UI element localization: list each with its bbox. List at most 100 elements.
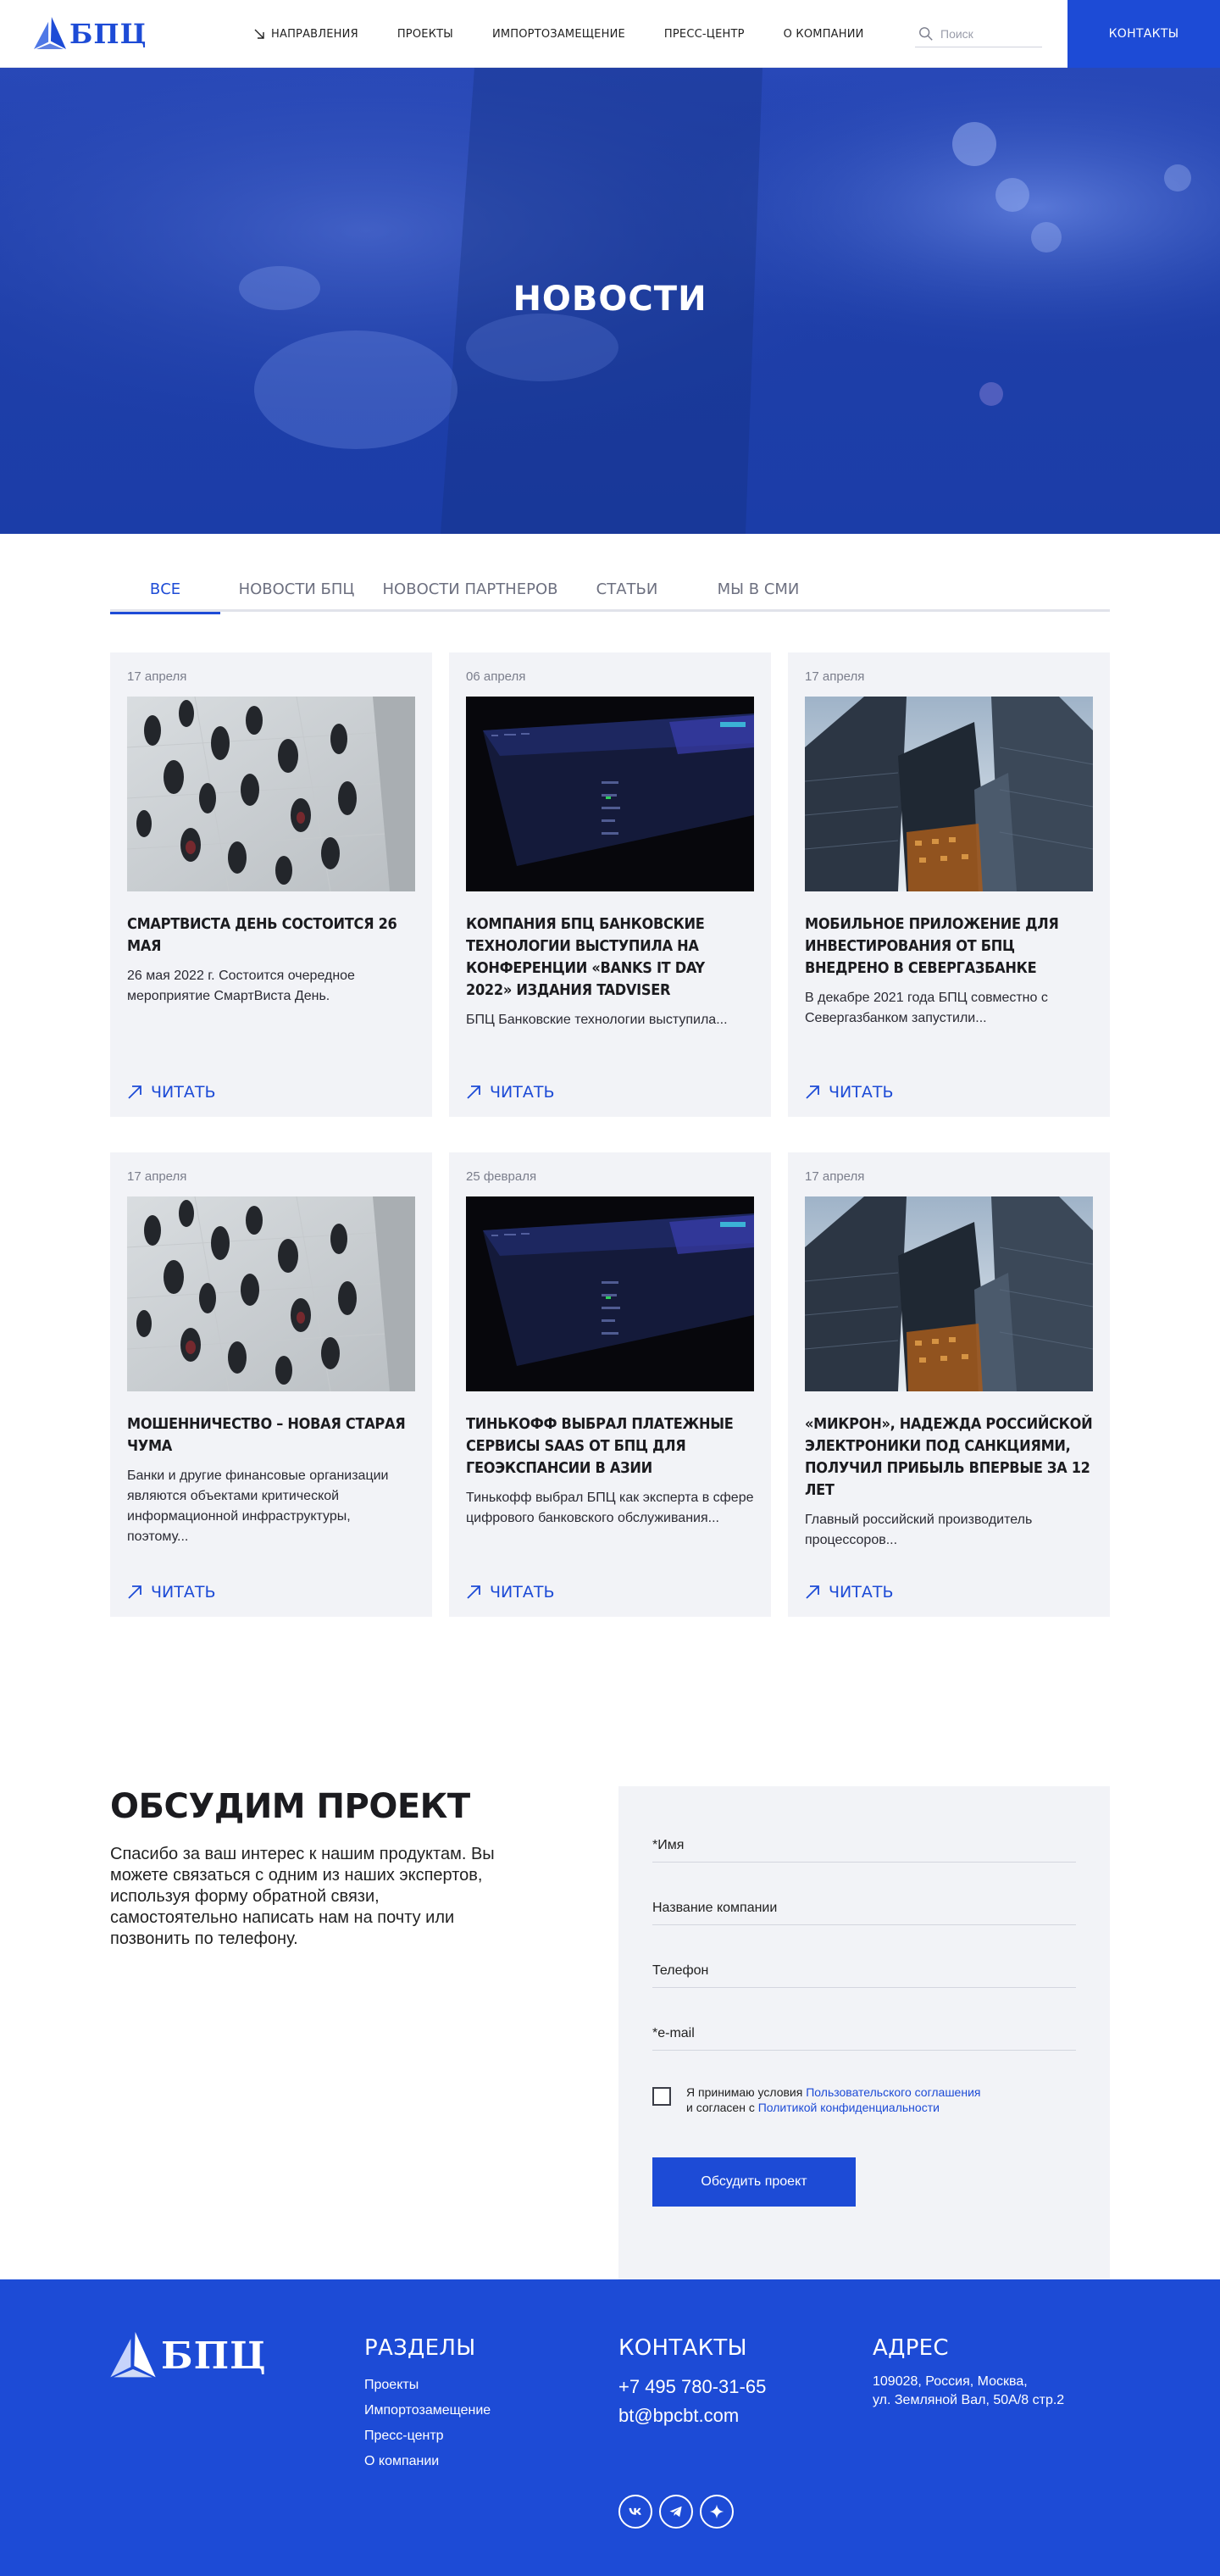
logo[interactable]: БПЦ (34, 17, 147, 51)
news-card[interactable]: 06 апреля Компания БПЦ Банковские технол… (449, 652, 771, 1117)
consent-mid: и согласен с (686, 2101, 758, 2114)
address-line: ул. Земляной Вал, 50А/8 стр.2 (873, 2393, 1065, 2407)
read-more-link[interactable]: Читать (127, 1083, 215, 1102)
arrow-up-right-icon (128, 1585, 141, 1599)
news-title[interactable]: Тинькофф выбрал платежные сервисы SaaS о… (466, 1413, 754, 1480)
footer-link-import-substitution[interactable]: Импортозамещение (364, 2398, 491, 2423)
footer-address-title: Адрес (873, 2335, 949, 2361)
sparkle-icon (709, 2504, 724, 2519)
news-date: 17 апреля (805, 1169, 865, 1184)
news-image (127, 697, 415, 891)
news-excerpt: Банки и другие финансовые организации яв… (127, 1468, 389, 1544)
section-title: Обсудим проект (110, 1787, 470, 1826)
email-field-wrapper (652, 1988, 1076, 2051)
footer-link-about[interactable]: О компании (364, 2449, 491, 2474)
news-title[interactable]: Мошенничество – новая старая чума (127, 1413, 415, 1457)
section-description: Спасибо за ваш интерес к нашим продуктам… (110, 1845, 495, 1948)
news-card[interactable]: 17 апреля «Микрон», надежда российской э… (788, 1152, 1110, 1617)
news-excerpt: БПЦ Банковские технологии выступила... (466, 1013, 728, 1027)
phone-field[interactable] (652, 1963, 1076, 1979)
footer-link-projects[interactable]: Проекты (364, 2373, 491, 2398)
nav-item-press-center[interactable]: Пресс-центр (664, 28, 745, 41)
social-vk-button[interactable] (618, 2495, 652, 2529)
news-date: 17 апреля (127, 1169, 187, 1184)
consent-checkbox[interactable] (652, 2087, 671, 2106)
footer-logo[interactable]: БПЦ (110, 2332, 267, 2379)
read-more-label: Читать (151, 1583, 216, 1602)
news-title[interactable]: Компания БПЦ Банковские технологии высту… (466, 913, 754, 1002)
contact-form: Я принимаю условия Пользовательского сог… (618, 1786, 1110, 2279)
news-title[interactable]: «Микрон», надежда российской электроники… (805, 1413, 1093, 1502)
news-card[interactable]: 25 февраля Тинькофф выбрал платежные сер… (449, 1152, 771, 1617)
read-more-link[interactable]: Читать (466, 1083, 554, 1102)
news-title[interactable]: Мобильное приложение для инвестирования … (805, 913, 1093, 980)
news-date: 06 апреля (466, 669, 526, 684)
nav-item-projects[interactable]: Проекты (397, 28, 453, 41)
email-field[interactable] (652, 2026, 1076, 2041)
search-box (915, 20, 1042, 47)
news-date: 17 апреля (127, 669, 187, 684)
contact-section: Обсудим проект Спасибо за ваш интерес к … (0, 1786, 1220, 2279)
nav-item-directions[interactable]: Направления (254, 28, 358, 41)
arrow-up-right-icon (128, 1085, 141, 1099)
footer-email-link[interactable]: bt@bpcbt.com (618, 2401, 766, 2430)
footer-contacts-title: Контакты (618, 2335, 747, 2361)
site-header: БПЦ Направления Проекты Импортозамещение… (0, 0, 1220, 68)
footer-logo-text: БПЦ (161, 2334, 267, 2378)
nav-label: Направления (271, 27, 358, 41)
skyscrapers-photo (805, 697, 1093, 891)
site-footer: БПЦ Разделы Проекты Импортозамещение Пре… (0, 2279, 1220, 2576)
read-more-link[interactable]: Читать (127, 1583, 215, 1602)
news-image (127, 1196, 415, 1391)
contacts-button[interactable]: Контакты (1068, 0, 1220, 68)
read-more-label: Читать (829, 1583, 894, 1602)
arrow-up-right-icon (467, 1085, 480, 1099)
social-telegram-button[interactable] (659, 2495, 693, 2529)
tab-media[interactable]: Мы в СМИ (686, 566, 830, 612)
privacy-policy-link[interactable]: Политикой конфиденциальности (758, 2101, 940, 2114)
news-grid: 17 апреля СмартВиста День состоится 26 м… (110, 652, 1110, 1617)
news-card[interactable]: 17 апреля Мошенничество – новая старая ч… (110, 1152, 432, 1617)
tab-partner-news[interactable]: Новости партнеров (373, 566, 568, 612)
footer-sections: Разделы Проекты Импортозамещение Пресс-ц… (364, 2335, 491, 2474)
social-sparkle-button[interactable] (700, 2495, 734, 2529)
news-card[interactable]: 17 апреля СмартВиста День состоится 26 м… (110, 652, 432, 1117)
news-image (805, 697, 1093, 891)
arrow-up-right-icon (467, 1585, 480, 1599)
news-card[interactable]: 17 апреля Мобильное приложение для инвес… (788, 652, 1110, 1117)
name-field[interactable] (652, 1838, 1076, 1853)
footer-phone-link[interactable]: +7 495 780-31-65 (618, 2373, 766, 2401)
company-field[interactable] (652, 1901, 1076, 1916)
tab-all[interactable]: Все (110, 566, 220, 614)
user-agreement-link[interactable]: Пользовательского соглашения (806, 2085, 980, 2099)
company-field-wrapper (652, 1863, 1076, 1925)
read-more-link[interactable]: Читать (805, 1583, 893, 1602)
contact-intro: Обсудим проект Спасибо за ваш интерес к … (110, 1786, 500, 1950)
news-title[interactable]: СмартВиста День состоится 26 мая (127, 913, 415, 958)
consent-pre: Я принимаю условия (686, 2085, 807, 2099)
tab-articles[interactable]: Статьи (568, 566, 686, 612)
news-filter-tabs: Все Новости БПЦ Новости партнеров Статьи… (110, 566, 1110, 614)
read-more-label: Читать (151, 1083, 216, 1102)
vk-icon (629, 2507, 641, 2515)
footer-link-press-center[interactable]: Пресс-центр (364, 2423, 491, 2449)
news-excerpt: Тинькофф выбрал БПЦ как эксперта в сфере… (466, 1491, 754, 1525)
search-input[interactable] (940, 26, 1034, 41)
tab-bpc-news[interactable]: Новости БПЦ (220, 566, 373, 612)
laptop-screen-photo (466, 697, 754, 891)
read-more-link[interactable]: Читать (805, 1083, 893, 1102)
nav-item-about[interactable]: О компании (784, 28, 864, 41)
submit-button[interactable]: Обсудить проект (652, 2157, 856, 2207)
laptop-screen-photo (466, 1196, 754, 1391)
news-image (805, 1196, 1093, 1391)
read-more-label: Читать (490, 1583, 555, 1602)
hero-banner: Новости (0, 68, 1220, 534)
consent-text: Я принимаю условия Пользовательского сог… (686, 2085, 980, 2115)
social-links (618, 2495, 734, 2529)
read-more-link[interactable]: Читать (466, 1583, 554, 1602)
arrow-up-right-icon (806, 1585, 819, 1599)
main-nav: Направления Проекты Импортозамещение Пре… (254, 0, 864, 68)
page-title: Новости (513, 280, 707, 319)
nav-item-import-substitution[interactable]: Импортозамещение (492, 28, 625, 41)
news-image (466, 697, 754, 891)
